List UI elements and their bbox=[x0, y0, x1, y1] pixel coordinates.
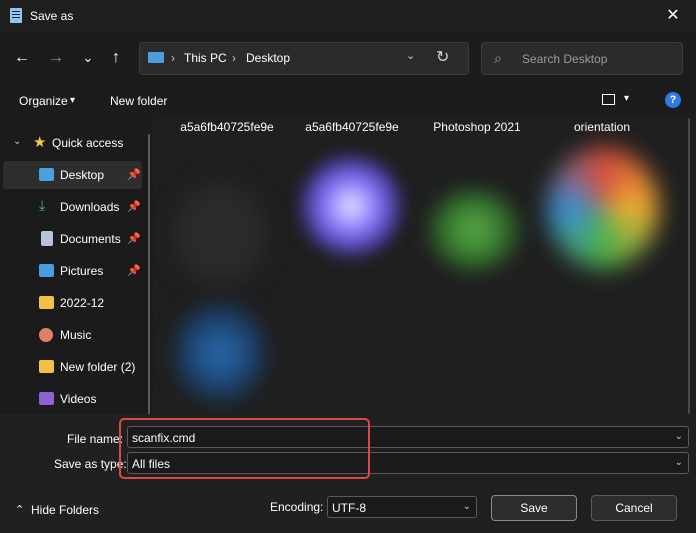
chevron-up-icon[interactable]: ⌃ bbox=[15, 503, 24, 516]
folder-icon bbox=[39, 360, 54, 373]
up-button[interactable]: ↑ bbox=[104, 44, 128, 72]
address-dropdown-icon[interactable]: ⌄ bbox=[406, 49, 415, 62]
sidebar-item-label: Downloads bbox=[60, 200, 120, 214]
command-bar: Organize ▾ New folder ▾ ? bbox=[0, 84, 696, 118]
navigation-pane: ⌄ ★ Quick access Desktop 📌 ⤓ Downloads 📌… bbox=[0, 118, 153, 439]
navigation-bar: ← → ⌄ ↑ › This PC › Desktop ⌄ ↻ ⌕ Search… bbox=[0, 32, 696, 84]
content-scrollbar[interactable] bbox=[688, 118, 690, 414]
search-icon: ⌕ bbox=[494, 50, 502, 66]
file-thumbnail[interactable] bbox=[301, 156, 401, 256]
highlight-box bbox=[119, 418, 370, 479]
refresh-icon[interactable]: ↻ bbox=[436, 47, 449, 67]
file-thumbnail[interactable] bbox=[175, 184, 265, 284]
sidebar-item-label: Pictures bbox=[60, 264, 104, 278]
sidebar-item-new-folder-2[interactable]: New folder (2) bbox=[3, 353, 142, 381]
encoding-select[interactable]: UTF-8 ⌄ bbox=[327, 496, 477, 518]
sidebar-item-label: Desktop bbox=[60, 168, 105, 182]
help-icon[interactable]: ? bbox=[665, 92, 681, 108]
sidebar-scrollbar[interactable] bbox=[148, 134, 150, 439]
sidebar-item-label: Music bbox=[60, 328, 92, 342]
file-name-label[interactable]: orientation bbox=[542, 120, 662, 134]
documents-icon bbox=[41, 231, 53, 246]
sidebar-item-label: Videos bbox=[60, 392, 97, 406]
star-icon: ★ bbox=[33, 134, 47, 151]
file-thumbnail[interactable] bbox=[548, 148, 658, 268]
sidebar-item-2022-12[interactable]: 2022-12 bbox=[3, 289, 142, 317]
pin-icon: 📌 bbox=[127, 233, 141, 245]
folder-icon bbox=[39, 296, 54, 309]
quick-access-label: Quick access bbox=[52, 136, 124, 150]
sidebar-item-downloads[interactable]: ⤓ Downloads 📌 bbox=[3, 193, 142, 221]
close-button[interactable]: ✕ bbox=[650, 0, 696, 32]
sidebar-item-label: New folder (2) bbox=[60, 360, 136, 374]
pin-icon: 📌 bbox=[127, 201, 141, 213]
chevron-down-icon[interactable]: ⌄ bbox=[13, 136, 21, 147]
sidebar-item-label: Documents bbox=[60, 232, 121, 246]
breadcrumb-separator-icon: › bbox=[232, 51, 236, 65]
pin-icon: 📌 bbox=[127, 169, 141, 181]
window-title: Save as bbox=[30, 9, 74, 23]
file-name-label[interactable]: a5a6fb40725fe9e bbox=[167, 120, 287, 134]
chevron-down-icon[interactable]: ⌄ bbox=[675, 431, 683, 442]
forward-button[interactable]: → bbox=[44, 44, 68, 72]
file-list: a5a6fb40725fe9e a5a6fb40725fe9e Photosho… bbox=[153, 118, 696, 414]
search-placeholder: Search Desktop bbox=[522, 52, 608, 66]
title-bar: Save as ✕ bbox=[0, 0, 696, 32]
breadcrumb-separator-icon: › bbox=[171, 51, 175, 65]
notepad-icon bbox=[10, 8, 22, 23]
chevron-down-icon[interactable]: ⌄ bbox=[463, 501, 471, 512]
file-thumbnail[interactable] bbox=[429, 190, 519, 270]
sidebar-item-videos[interactable]: Videos bbox=[3, 385, 142, 413]
sidebar-item-quick-access[interactable]: ⌄ ★ Quick access bbox=[3, 129, 142, 157]
sidebar-item-label: 2022-12 bbox=[60, 296, 105, 310]
hide-folders-button[interactable]: Hide Folders bbox=[31, 503, 99, 517]
file-thumbnail[interactable] bbox=[175, 303, 265, 403]
search-box[interactable]: ⌕ Search Desktop bbox=[481, 42, 683, 75]
pictures-icon bbox=[39, 264, 54, 277]
sidebar-item-documents[interactable]: Documents 📌 bbox=[3, 225, 142, 253]
sidebar-item-desktop[interactable]: Desktop 📌 bbox=[3, 161, 142, 189]
address-bar[interactable]: › This PC › Desktop ⌄ ↻ bbox=[139, 42, 469, 75]
view-options-icon[interactable] bbox=[602, 94, 615, 105]
save-button[interactable]: Save bbox=[491, 495, 577, 521]
save-type-label: Save as type: bbox=[54, 457, 127, 471]
cancel-button[interactable]: Cancel bbox=[591, 495, 677, 521]
sidebar-item-pictures[interactable]: Pictures 📌 bbox=[3, 257, 142, 285]
new-folder-button[interactable]: New folder bbox=[110, 94, 167, 108]
desktop-icon bbox=[39, 168, 54, 181]
recent-locations-button[interactable]: ⌄ bbox=[76, 44, 100, 72]
chevron-down-icon[interactable]: ⌄ bbox=[675, 457, 683, 468]
organize-chevron-icon[interactable]: ▾ bbox=[70, 95, 75, 106]
view-chevron-icon[interactable]: ▾ bbox=[624, 93, 629, 104]
sidebar-item-music[interactable]: Music bbox=[3, 321, 142, 349]
encoding-label: Encoding: bbox=[270, 500, 324, 514]
breadcrumb-desktop[interactable]: Desktop bbox=[246, 51, 290, 65]
breadcrumb-this-pc[interactable]: This PC bbox=[184, 51, 227, 65]
music-icon bbox=[39, 328, 53, 342]
save-as-dialog: Save as ✕ ← → ⌄ ↑ › This PC › Desktop ⌄ … bbox=[0, 0, 696, 533]
this-pc-icon bbox=[148, 52, 164, 63]
organize-button[interactable]: Organize bbox=[19, 94, 68, 108]
videos-icon bbox=[39, 392, 54, 405]
file-name-field-label: File name: bbox=[67, 432, 124, 446]
download-icon: ⤓ bbox=[39, 197, 46, 213]
back-button[interactable]: ← bbox=[10, 44, 34, 72]
encoding-value[interactable]: UTF-8 bbox=[332, 501, 366, 515]
file-name-label[interactable]: a5a6fb40725fe9e bbox=[292, 120, 412, 134]
file-name-label[interactable]: Photoshop 2021 bbox=[417, 120, 537, 134]
pin-icon: 📌 bbox=[127, 265, 141, 277]
